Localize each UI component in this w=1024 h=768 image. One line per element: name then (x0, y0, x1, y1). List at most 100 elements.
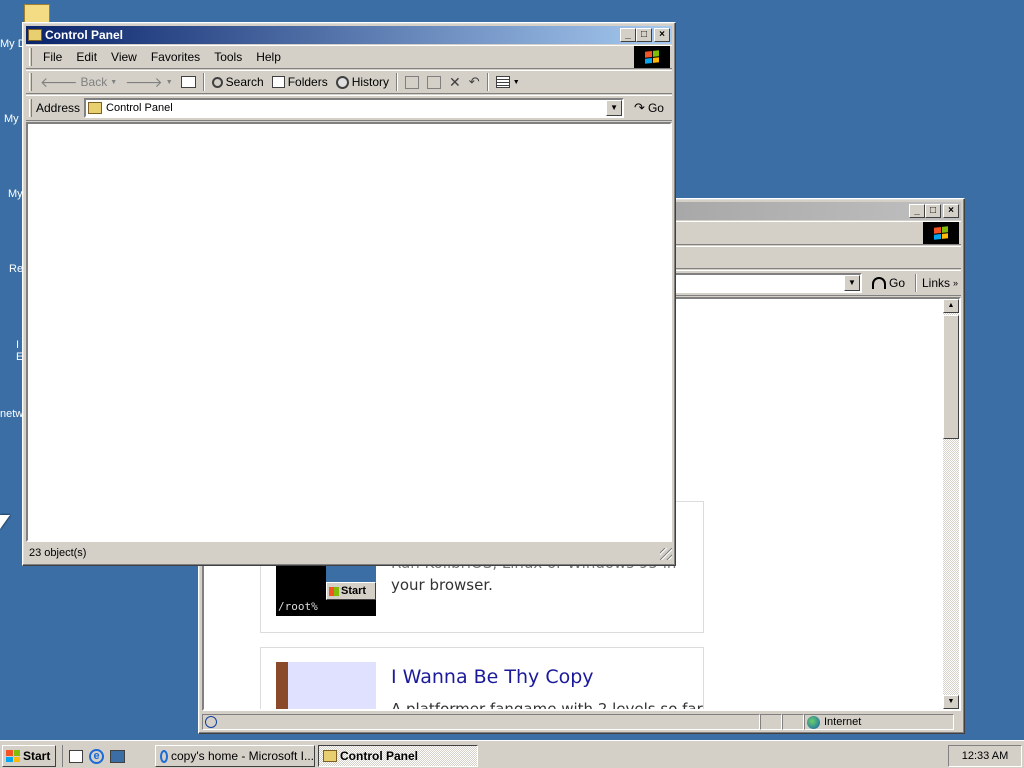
desktop-icon-label: netw (0, 408, 24, 420)
card-title[interactable]: I Wanna Be Thy Copy (391, 666, 594, 688)
go-arrow-icon (872, 277, 886, 289)
go-button[interactable]: ↷ Go (630, 98, 668, 118)
delete-button[interactable]: ✕ (445, 72, 465, 92)
up-folder-icon (180, 76, 196, 88)
chevron-down-icon: ▼ (512, 78, 520, 86)
cp-menu-bar: File Edit View Favorites Tools Help (26, 45, 672, 69)
close-button[interactable]: × (654, 28, 670, 42)
cp-content-area[interactable] (26, 122, 672, 542)
status-zone: Internet (804, 714, 954, 730)
control-panel-window[interactable]: Control Panel _ □ × File Edit View Favor… (22, 22, 676, 566)
folders-button[interactable]: Folders (268, 72, 332, 92)
windows-logo-icon (923, 222, 959, 244)
start-button[interactable]: Start (2, 745, 56, 767)
clock[interactable]: 12:33 AM (962, 750, 1008, 762)
menu-help[interactable]: Help (249, 50, 288, 64)
window-title: Control Panel (45, 28, 124, 42)
internet-explorer-icon (160, 749, 168, 763)
close-button[interactable]: × (943, 204, 959, 218)
desktop-icon-recycle-bin[interactable]: Re (9, 263, 23, 275)
thumb-start: Start (326, 582, 376, 600)
ie-status-bar: Internet (202, 713, 961, 731)
copy-to-button[interactable] (423, 72, 445, 92)
copy-to-icon (427, 75, 442, 89)
chevron-down-icon[interactable]: ▼ (844, 275, 860, 291)
history-button[interactable]: History (332, 72, 393, 92)
forward-arrow-icon: 🡒 (125, 73, 163, 90)
search-icon (211, 76, 223, 88)
move-to-button[interactable] (401, 72, 423, 92)
address-field[interactable]: Control Panel ▼ (84, 98, 625, 118)
internet-explorer-icon[interactable]: e (89, 748, 104, 764)
ie-links-button[interactable]: Links » (918, 273, 962, 293)
minimize-button[interactable]: _ (620, 28, 636, 42)
taskbar: Start e copy's home - Microsoft I... Con… (0, 740, 1024, 768)
chevron-right-icon: » (953, 278, 959, 288)
card-thumbnail[interactable]: Start /root% (276, 558, 376, 616)
folder-icon (24, 4, 50, 24)
control-panel-icon (88, 102, 103, 114)
desktop-icon-label: My (8, 188, 23, 200)
links-label: Links (922, 276, 951, 290)
menu-view[interactable]: View (104, 50, 144, 64)
scroll-thumb[interactable] (943, 315, 959, 439)
menu-file[interactable]: File (36, 50, 69, 64)
menu-edit[interactable]: Edit (69, 50, 104, 64)
back-arrow-icon: 🡐 (40, 73, 78, 90)
back-button[interactable]: 🡐 Back ▼ (36, 72, 121, 92)
minimize-button[interactable]: _ (909, 204, 925, 218)
folders-icon (271, 76, 285, 88)
windows-logo-icon (634, 46, 670, 68)
control-panel-icon (28, 29, 42, 41)
cp-toolbar: 🡐 Back ▼ 🡒 ▼ Search Folders History ✕ ↶ (26, 70, 672, 94)
move-to-icon (405, 75, 420, 89)
show-desktop-icon[interactable] (69, 749, 83, 763)
ie-vertical-scrollbar[interactable]: ▲ ▼ (943, 299, 959, 709)
windows-logo-icon (329, 586, 339, 596)
project-card[interactable]: I Wanna Be Thy Copy A platformer fangame… (260, 647, 704, 709)
undo-icon: ↶ (468, 74, 480, 89)
task-ie-window[interactable]: copy's home - Microsoft I... (155, 745, 315, 767)
thumb-prompt: /root% (278, 600, 318, 613)
views-button[interactable]: ▼ (492, 72, 524, 92)
task-control-panel[interactable]: Control Panel (318, 745, 478, 767)
scroll-up-button[interactable]: ▲ (943, 299, 959, 313)
desktop-icon-label: Re (9, 263, 24, 275)
cp-address-bar: Address Control Panel ▼ ↷ Go (26, 95, 672, 121)
desktop-icon-label: My (4, 113, 19, 125)
chevron-down-icon[interactable]: ▼ (606, 100, 623, 116)
maximize-button[interactable]: □ (925, 204, 941, 218)
maximize-button[interactable]: □ (636, 28, 652, 42)
status-object-count: 23 object(s) (29, 547, 87, 559)
resize-grip-icon[interactable] (660, 548, 672, 560)
ie-go-button[interactable]: Go (868, 273, 909, 293)
history-icon (335, 75, 349, 89)
chevron-down-icon: ▼ (165, 78, 173, 86)
status-panel-main (202, 714, 760, 730)
up-folder-button[interactable] (177, 72, 200, 92)
mouse-cursor (0, 515, 10, 529)
go-arrow-icon: ↷ (634, 100, 645, 115)
desktop-icon-my-computer[interactable]: My (4, 113, 19, 125)
outlook-express-icon[interactable] (110, 749, 125, 763)
cp-title-bar[interactable]: Control Panel _ □ × (26, 26, 672, 44)
system-tray: 12:33 AM (948, 745, 1022, 767)
address-label: Address (36, 101, 81, 115)
delete-icon: ✕ (449, 73, 461, 90)
desktop-icon-my-documents[interactable]: My D (0, 0, 50, 50)
card-thumbnail[interactable] (276, 662, 376, 709)
quick-launch: e (62, 745, 125, 767)
desktop-icon-network[interactable]: netw (0, 408, 23, 420)
desktop-icon-my-network[interactable]: My (8, 188, 23, 200)
go-label: Go (889, 276, 906, 290)
scroll-down-button[interactable]: ▼ (943, 695, 959, 709)
windows-logo-icon (6, 750, 20, 762)
control-panel-icon (323, 750, 337, 762)
undo-button[interactable]: ↶ (465, 72, 484, 92)
menu-tools[interactable]: Tools (207, 50, 249, 64)
search-button[interactable]: Search (208, 72, 268, 92)
cp-status-bar: 23 object(s) (26, 544, 672, 562)
menu-favorites[interactable]: Favorites (144, 50, 207, 64)
forward-button[interactable]: 🡒 ▼ (121, 72, 176, 92)
globe-icon (807, 715, 820, 729)
